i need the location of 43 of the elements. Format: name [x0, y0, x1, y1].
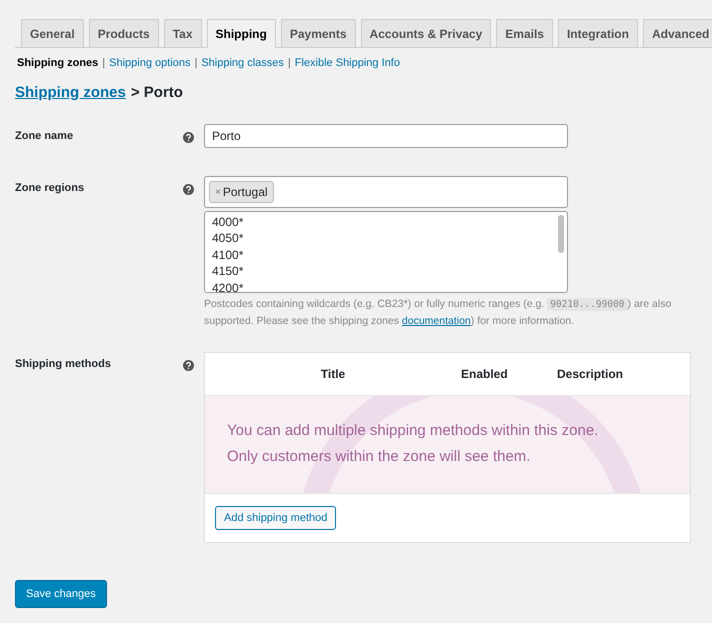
- scrollbar-thumb[interactable]: [558, 215, 564, 253]
- field-label: Zone name: [15, 129, 74, 144]
- settings-tab[interactable]: Products: [88, 19, 159, 48]
- separator: |: [288, 57, 291, 69]
- separator: |: [102, 57, 106, 69]
- field-label: Shipping methods: [15, 357, 112, 372]
- subnav-link[interactable]: Flexible Shipping Info: [294, 57, 400, 69]
- subnav-link[interactable]: Shipping classes: [201, 57, 284, 69]
- settings-tab[interactable]: General: [21, 19, 84, 48]
- settings-tab[interactable]: Accounts & Privacy: [360, 19, 492, 48]
- settings-tab[interactable]: Advanced: [642, 19, 712, 48]
- column-header: Description: [557, 367, 624, 381]
- postcode-textarea[interactable]: 4000* 4050* 4100* 4150* 4200*: [204, 211, 568, 293]
- help-icon: [183, 132, 194, 143]
- tag-label: Portugal: [222, 185, 268, 199]
- settings-tab[interactable]: Integration: [558, 19, 638, 48]
- column-header: Enabled: [461, 367, 509, 381]
- region-tag[interactable]: × Portugal: [209, 181, 274, 203]
- settings-tab[interactable]: Emails: [496, 19, 553, 48]
- breadcrumb-link[interactable]: Shipping zones: [15, 84, 126, 101]
- subnav-link[interactable]: Shipping zones: [17, 57, 98, 69]
- field-label: Zone regions: [15, 181, 86, 196]
- postcode-line: 4050*: [212, 230, 244, 247]
- remove-tag-button[interactable]: ×: [215, 186, 221, 198]
- subnav-link[interactable]: Shipping options: [109, 57, 190, 69]
- separator: |: [194, 57, 198, 69]
- help-icon: [183, 184, 194, 195]
- page-heading: > Porto: [130, 84, 183, 101]
- postcode-line: 4100*: [212, 246, 244, 264]
- empty-state-message: You can add multiple shipping methods within this zone. Only customers within the zone will see them.: [227, 421, 598, 467]
- postcode-line: 4000*: [212, 214, 244, 230]
- zone-name-input[interactable]: Porto: [204, 124, 568, 148]
- settings-tab[interactable]: Shipping: [206, 19, 276, 48]
- settings-tab[interactable]: Payments: [280, 19, 356, 48]
- help-icon: [183, 360, 194, 371]
- column-header: Title: [320, 367, 346, 381]
- help-text: Postcodes containing wildcards (e.g. CB23*) or fully numeric ranges (e.g. 90210...99000 ) are also supported. Please see the shipping zones documentation) for more information.: [204, 297, 672, 329]
- postcode-line: 4150*: [212, 263, 244, 280]
- documentation-link[interactable]: documentation: [402, 315, 471, 327]
- region-select[interactable]: × Portugal: [204, 176, 568, 208]
- save-changes-button[interactable]: Save changes: [15, 580, 107, 608]
- add-shipping-method-button[interactable]: Add shipping method: [215, 506, 336, 530]
- settings-tab[interactable]: Tax: [164, 19, 202, 48]
